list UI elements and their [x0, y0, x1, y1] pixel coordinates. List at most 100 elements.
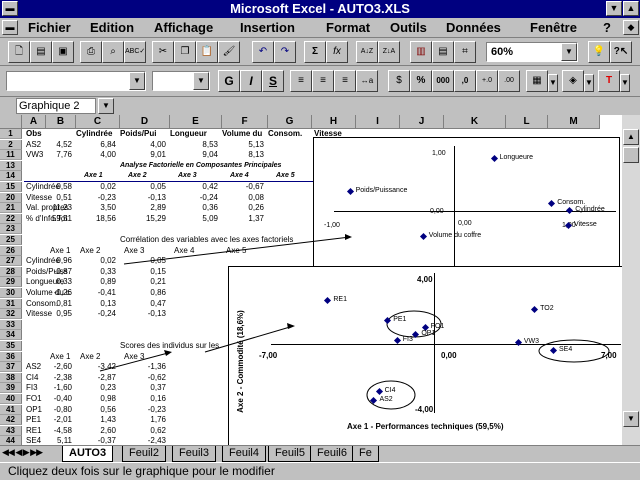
font-name-dropdown-icon[interactable]: ▼ — [129, 72, 145, 90]
scroll-thumb[interactable] — [623, 147, 639, 163]
acp-cell[interactable]: 3,50 — [76, 203, 116, 213]
column-header[interactable]: L — [506, 115, 548, 129]
scores-cell[interactable]: 0,16 — [126, 394, 166, 404]
row-header[interactable]: 42 — [0, 415, 22, 426]
redo-icon[interactable]: ↷ — [274, 41, 296, 63]
restore-icon[interactable]: ◆ — [623, 20, 639, 35]
paste-icon[interactable]: 📋 — [196, 41, 218, 63]
row-header[interactable]: 34 — [0, 330, 22, 341]
scores-cell[interactable]: 0,62 — [126, 426, 166, 436]
percent-button[interactable]: % — [410, 70, 432, 92]
font-color-dropdown-icon[interactable]: ▼ — [620, 74, 630, 92]
chart-wizard-icon[interactable]: ▥ — [410, 41, 432, 63]
borders-dropdown-icon[interactable]: ▼ — [548, 74, 558, 92]
acp-cell[interactable]: 1,37 — [224, 214, 264, 224]
align-right-icon[interactable]: ≡ — [334, 70, 356, 92]
row-header[interactable]: 15 — [0, 182, 22, 192]
column-header[interactable]: B — [46, 115, 76, 129]
fill-dropdown-icon[interactable]: ▼ — [584, 74, 594, 92]
scores-cell[interactable]: 0,23 — [76, 383, 116, 393]
corr-cell[interactable]: -0,24 — [76, 309, 116, 319]
data-cell[interactable]: 8,53 — [178, 140, 218, 150]
header-cell[interactable]: Obs — [26, 129, 72, 139]
corr-cell[interactable]: 0,13 — [76, 299, 116, 309]
chart-point[interactable] — [346, 188, 354, 196]
row-header[interactable]: 27 — [0, 256, 22, 267]
row-header[interactable]: 25 — [0, 235, 22, 245]
merge-center-icon[interactable]: ↔a — [356, 70, 378, 92]
column-header[interactable]: F — [222, 115, 268, 129]
corr-cell[interactable]: 0,33 — [76, 267, 116, 277]
column-header[interactable]: J — [400, 115, 444, 129]
column-header[interactable]: K — [444, 115, 506, 129]
acp-cell[interactable]: 0,36 — [178, 203, 218, 213]
corr-cell[interactable]: -0,87 — [32, 267, 72, 277]
align-left-icon[interactable]: ≡ — [290, 70, 312, 92]
scores-cell[interactable]: -1,60 — [32, 383, 72, 393]
header-cell[interactable]: Longueur — [170, 129, 218, 139]
row-header[interactable]: 39 — [0, 383, 22, 394]
data-cell[interactable]: 4,52 — [32, 140, 72, 150]
zoom-dropdown-icon[interactable]: ▼ — [561, 43, 577, 61]
sheet-tab[interactable]: Feuil6 — [310, 446, 354, 462]
scores-cell[interactable]: -2,38 — [32, 373, 72, 383]
row-header[interactable]: 23 — [0, 224, 22, 235]
font-size-dropdown-icon[interactable]: ▼ — [193, 72, 209, 90]
scores-cell[interactable]: 0,98 — [76, 394, 116, 404]
column-header[interactable]: M — [548, 115, 600, 129]
scores-cell[interactable]: -3,42 — [76, 362, 116, 372]
acp-cell[interactable]: -0,23 — [76, 193, 116, 203]
scores-axis-header[interactable]: Axe 2 — [80, 352, 120, 362]
data-cell[interactable]: 5,13 — [224, 140, 264, 150]
spelling-icon[interactable]: ABC✓ — [124, 41, 146, 63]
acp-axis-header[interactable]: Axe 4 — [230, 171, 266, 181]
acp-cell[interactable]: 15,29 — [126, 214, 166, 224]
acp-cell[interactable]: 0,26 — [224, 203, 264, 213]
menu-edition[interactable]: Edition — [90, 20, 134, 35]
sheet-tab[interactable]: Feuil4 — [222, 446, 266, 462]
thousands-button[interactable]: 000 — [432, 70, 454, 92]
scores-cell[interactable]: 0,56 — [76, 405, 116, 415]
menu-affichage[interactable]: Affichage — [154, 20, 213, 35]
corr-cell[interactable]: -0,41 — [76, 288, 116, 298]
row-header[interactable]: 26 — [0, 245, 22, 256]
scores-cell[interactable]: -4,58 — [32, 426, 72, 436]
sheet-tab[interactable]: Fe — [352, 446, 379, 462]
acp-cell[interactable]: 59,51 — [32, 214, 72, 224]
maximize-icon[interactable]: ▲ — [623, 1, 639, 16]
scores-cell[interactable]: -2,01 — [32, 415, 72, 425]
header-cell[interactable]: Volume du — [222, 129, 270, 139]
increase-decimal-icon[interactable]: +.0 — [476, 70, 498, 92]
chart-point[interactable] — [490, 154, 498, 162]
row-header[interactable]: 32 — [0, 309, 22, 320]
acp-cell[interactable]: -0,13 — [126, 193, 166, 203]
select-all-corner[interactable] — [0, 115, 22, 129]
scores-cell[interactable]: -2,87 — [76, 373, 116, 383]
scores-title[interactable]: Scores des individus sur les — [120, 341, 230, 351]
column-header[interactable]: G — [268, 115, 312, 129]
row-header[interactable]: 35 — [0, 341, 22, 351]
menu-insertion[interactable]: Insertion — [240, 20, 295, 35]
acp-cell[interactable]: -0,24 — [178, 193, 218, 203]
format-painter-icon[interactable]: 🖌 — [218, 41, 240, 63]
corr-cell[interactable]: 0,96 — [32, 256, 72, 266]
acp-cell[interactable]: 0,02 — [76, 182, 116, 192]
scores-cell[interactable]: -0,80 — [32, 405, 72, 415]
data-cell[interactable]: 4,00 — [126, 140, 166, 150]
corr-cell[interactable]: 0,89 — [76, 277, 116, 287]
data-cell[interactable]: 9,01 — [126, 150, 166, 160]
italic-button[interactable]: I — [240, 70, 262, 92]
vertical-scrollbar[interactable]: ▲ ▼ — [622, 115, 640, 445]
row-header[interactable]: 41 — [0, 404, 22, 415]
data-cell[interactable]: 7,76 — [32, 150, 72, 160]
row-header[interactable]: 36 — [0, 351, 22, 362]
name-box[interactable]: Graphique 2 — [16, 98, 96, 114]
scroll-up-icon[interactable]: ▲ — [623, 129, 639, 145]
acp-cell[interactable]: 18,56 — [76, 214, 116, 224]
individuals-chart[interactable]: 4,00 -4,00 -7,00 0,00 7,00 Axe 1 - Perfo… — [228, 266, 622, 445]
decimal-button[interactable]: ,0 — [454, 70, 476, 92]
sort-ascending-icon[interactable]: A↓Z — [356, 41, 378, 63]
acp-axis-header[interactable]: Axe 1 — [84, 171, 120, 181]
scores-cell[interactable]: -0,23 — [126, 405, 166, 415]
row-header[interactable]: 30 — [0, 288, 22, 298]
